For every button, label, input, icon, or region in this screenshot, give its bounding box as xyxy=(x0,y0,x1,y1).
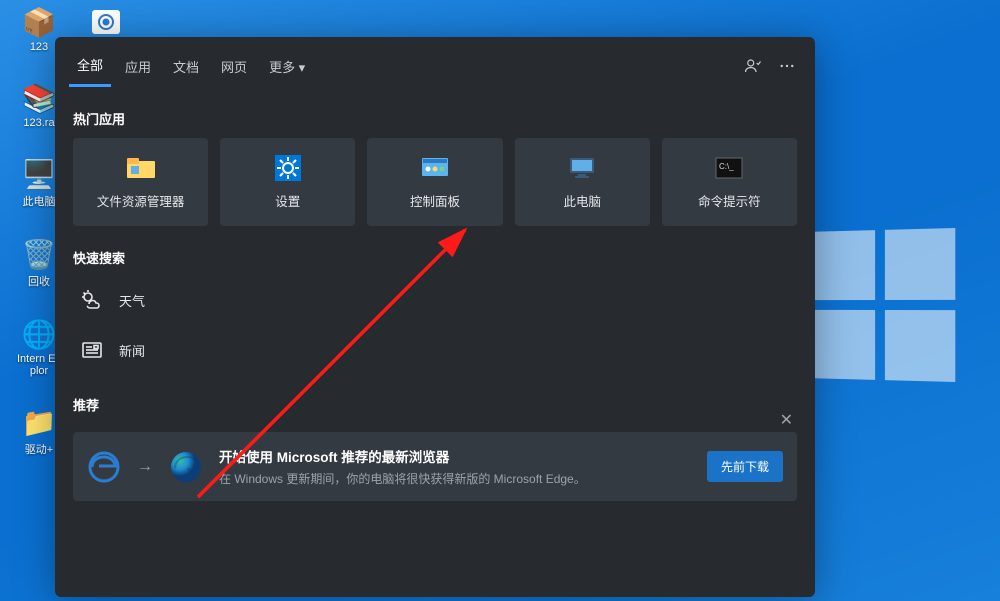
quick-search-news[interactable]: 新闻 xyxy=(73,327,797,373)
recommend-card: ✕ → 开始使用 Microsoft 推荐的最新浏览器 在 Windows 更新… xyxy=(73,432,797,501)
feedback-icon[interactable] xyxy=(739,52,767,80)
control-panel-icon xyxy=(420,155,450,181)
archive-icon: 📦 xyxy=(22,5,56,39)
tile-label: 设置 xyxy=(275,191,300,210)
tile-settings[interactable]: 设置 xyxy=(220,138,355,226)
desktop-icon-label: 123 xyxy=(30,41,48,53)
tab-web[interactable]: 网页 xyxy=(213,47,255,86)
quick-search-heading: 快速搜索 xyxy=(73,248,797,267)
desktop-icon-label: 回收 xyxy=(28,273,50,289)
more-options-icon[interactable] xyxy=(773,52,801,80)
search-panel: 全部 应用 文档 网页 更多 ▾ 热门应用 文件资源管理器 设置 xyxy=(55,37,815,597)
tab-all[interactable]: 全部 xyxy=(69,45,111,87)
tile-command-prompt[interactable]: C:\_ 命令提示符 xyxy=(662,138,797,226)
edge-legacy-icon xyxy=(87,450,121,484)
this-pc-icon: 🖥️ xyxy=(22,157,56,191)
news-icon xyxy=(79,337,105,363)
tile-label: 此电脑 xyxy=(563,191,601,210)
tile-control-panel[interactable]: 控制面板 xyxy=(367,138,502,226)
quick-search-label: 新闻 xyxy=(119,341,145,360)
quick-search-weather[interactable]: 天气 xyxy=(73,277,797,323)
terminal-icon: C:\_ xyxy=(714,155,744,181)
folder-icon: 📁 xyxy=(22,405,56,439)
tile-label: 命令提示符 xyxy=(698,191,761,210)
recommend-subtext: 在 Windows 更新期间，你的电脑将很快获得新版的 Microsoft Ed… xyxy=(219,470,691,487)
folder-icon xyxy=(126,155,156,181)
quick-search-label: 天气 xyxy=(119,291,145,310)
tile-this-pc[interactable]: 此电脑 xyxy=(515,138,650,226)
close-icon[interactable]: ✕ xyxy=(776,406,797,434)
recommend-heading: 推荐 xyxy=(73,395,797,414)
recycle-bin-icon: 🗑️ xyxy=(22,237,56,271)
pinned-settings-shortcut[interactable] xyxy=(92,10,120,34)
gear-icon xyxy=(96,12,116,32)
edge-new-icon xyxy=(169,450,203,484)
desktop-icon-label: 驱动+ xyxy=(25,441,53,457)
recommend-headline: 开始使用 Microsoft 推荐的最新浏览器 xyxy=(219,446,691,466)
gear-icon xyxy=(273,155,303,181)
tile-file-explorer[interactable]: 文件资源管理器 xyxy=(73,138,208,226)
search-tabbar: 全部 应用 文档 网页 更多 ▾ xyxy=(55,37,815,87)
windows-logo-wallpaper xyxy=(808,228,955,382)
desktop-icon-label: 此电脑 xyxy=(23,193,56,209)
desktop-icon-label: 123.ra xyxy=(23,117,54,129)
ie-icon: 🌐 xyxy=(22,317,56,351)
svg-text:C:\_: C:\_ xyxy=(719,162,734,171)
tab-documents[interactable]: 文档 xyxy=(165,47,207,86)
monitor-icon xyxy=(567,155,597,181)
recommend-download-button[interactable]: 先前下载 xyxy=(707,451,783,482)
tab-apps[interactable]: 应用 xyxy=(117,47,159,86)
arrow-right-icon: → xyxy=(137,458,153,476)
weather-icon xyxy=(79,287,105,313)
tile-label: 文件资源管理器 xyxy=(97,191,185,210)
recommend-section: 推荐 xyxy=(55,373,815,432)
archive-icon: 📚 xyxy=(22,81,56,115)
quick-search-section: 快速搜索 天气 新闻 xyxy=(55,226,815,373)
tile-label: 控制面板 xyxy=(410,191,460,210)
tab-more[interactable]: 更多 ▾ xyxy=(261,47,313,86)
top-apps-heading: 热门应用 xyxy=(73,109,797,128)
top-apps-section: 热门应用 文件资源管理器 设置 控制面板 xyxy=(55,87,815,226)
